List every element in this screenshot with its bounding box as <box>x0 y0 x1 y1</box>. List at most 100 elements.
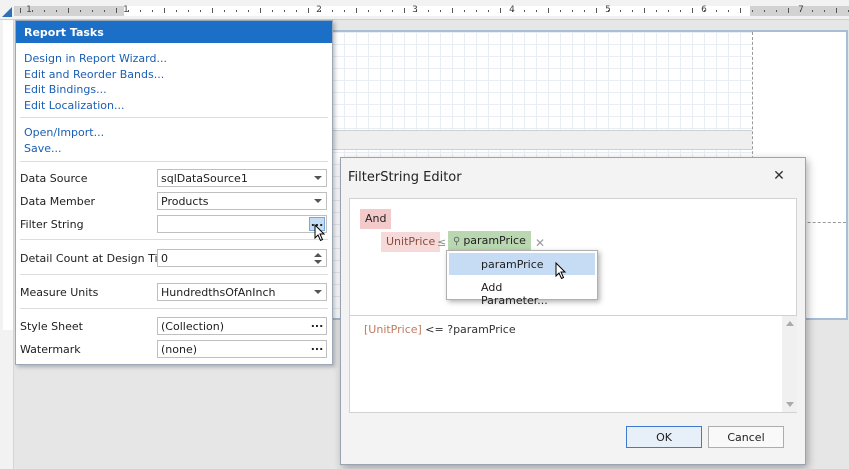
filter-expression: [UnitPrice] <= ?paramPrice <box>364 323 516 336</box>
chevron-down-icon[interactable] <box>314 290 322 294</box>
vertical-scrollbar[interactable] <box>782 316 797 412</box>
scroll-up-icon[interactable] <box>786 321 794 326</box>
ruler-tick <box>836 8 837 13</box>
ruler-tick <box>188 10 189 12</box>
detail-count-label: Detail Count at Design Time <box>20 252 176 265</box>
design-in-report-wizard-link[interactable]: Design in Report Wizard... <box>24 52 167 65</box>
ruler-tick <box>452 8 453 13</box>
data-member-dropdown[interactable]: Products <box>157 192 327 210</box>
ruler-tick <box>296 10 297 12</box>
ruler-tick <box>200 10 201 12</box>
open-import-link[interactable]: Open/Import... <box>24 126 104 139</box>
ruler-tick <box>740 8 741 13</box>
ruler-tick <box>632 10 633 12</box>
scroll-down-icon[interactable] <box>786 402 794 407</box>
style-sheet-label: Style Sheet <box>20 320 83 333</box>
menu-item-add-parameter[interactable]: Add Parameter... <box>449 276 595 307</box>
ruler-tick <box>248 10 249 12</box>
style-sheet-field[interactable]: (Collection) ... <box>157 317 327 335</box>
data-member-label: Data Member <box>20 195 96 208</box>
edit-bindings-link[interactable]: Edit Bindings... <box>24 83 107 96</box>
edit-localization-link[interactable]: Edit Localization... <box>24 99 124 112</box>
ruler-tick <box>572 10 573 12</box>
ruler-tick <box>80 10 81 12</box>
filter-expression-rest: <= ?paramPrice <box>421 323 516 336</box>
ruler-tick <box>764 10 765 12</box>
ruler-tick <box>524 10 525 12</box>
watermark-field[interactable]: (none) ... <box>157 340 327 358</box>
edit-and-reorder-bands-link[interactable]: Edit and Reorder Bands... <box>24 68 164 81</box>
ruler-number: 3 <box>412 5 418 15</box>
ruler-number: 1 <box>26 5 32 15</box>
ruler-number: 6 <box>701 5 707 15</box>
ruler-number: 7 <box>798 5 804 15</box>
ruler-number: 4 <box>509 5 515 15</box>
ruler-tick <box>716 10 717 12</box>
ruler-tick <box>56 10 57 12</box>
ruler-tick <box>380 10 381 12</box>
measure-units-label: Measure Units <box>20 286 99 299</box>
vertical-ruler-track <box>3 20 13 330</box>
ruler-tick <box>476 10 477 12</box>
spin-up-icon[interactable] <box>314 253 322 257</box>
ruler-tick <box>260 8 261 13</box>
data-source-dropdown[interactable]: sqlDataSource1 <box>157 169 327 187</box>
ruler-tick <box>212 8 213 13</box>
data-member-value: Products <box>161 195 209 208</box>
divider <box>20 117 328 118</box>
ok-button[interactable]: OK <box>626 426 702 448</box>
parameter-icon: ⚲ <box>453 236 461 247</box>
ruler-number: 1 <box>123 5 129 15</box>
filter-string-field[interactable]: ... <box>157 215 327 233</box>
chevron-down-icon[interactable] <box>314 176 322 180</box>
report-band[interactable] <box>332 130 752 150</box>
ruler-tick <box>428 10 429 12</box>
measure-units-dropdown[interactable]: HundredthsOfAnInch <box>157 283 327 301</box>
ruler-tick <box>308 8 309 13</box>
parameter-chip[interactable]: ⚲ paramPrice <box>448 231 531 251</box>
ruler-tick <box>752 10 753 12</box>
watermark-ellipsis-button[interactable]: ... <box>309 341 325 356</box>
ruler-tick <box>812 10 813 12</box>
cancel-button[interactable]: Cancel <box>708 426 784 448</box>
divider <box>20 308 328 309</box>
ruler-tick <box>560 10 561 12</box>
style-sheet-ellipsis-button[interactable]: ... <box>309 318 325 333</box>
ruler-tick <box>284 10 285 12</box>
divider <box>20 239 328 240</box>
detail-count-value: 0 <box>161 252 168 265</box>
watermark-label: Watermark <box>20 343 81 356</box>
menu-item-paramprice[interactable]: paramPrice <box>449 253 595 275</box>
ruler-tick <box>824 10 825 12</box>
ruler-tick <box>20 8 21 13</box>
ruler-tick <box>692 8 693 13</box>
ruler-tick <box>272 10 273 12</box>
spin-down-icon[interactable] <box>314 260 322 264</box>
ruler-tick <box>596 8 597 13</box>
ruler-tick <box>68 8 69 13</box>
ruler-tick <box>224 10 225 12</box>
close-icon[interactable]: ✕ <box>771 168 787 184</box>
ruler-tick <box>140 10 141 12</box>
ruler-tick <box>488 10 489 12</box>
ruler-tick <box>788 8 789 13</box>
data-source-value: sqlDataSource1 <box>161 172 248 185</box>
ruler-tick <box>620 10 621 12</box>
filter-text-editor[interactable]: [UnitPrice] <= ?paramPrice <box>349 315 797 413</box>
parameter-popup-menu: paramPrice Add Parameter... <box>446 250 598 307</box>
data-source-label: Data Source <box>20 172 88 185</box>
report-tasks-panel: Report Tasks Design in Report Wizard... … <box>15 20 333 365</box>
horizontal-ruler: 1 1 2 3 4 5 6 7 <box>0 0 849 20</box>
ruler-tick <box>344 10 345 12</box>
ruler-number: 2 <box>316 5 322 15</box>
filter-string-label: Filter String <box>20 218 84 231</box>
group-operator-chip[interactable]: And <box>360 209 392 229</box>
ruler-tick <box>404 8 405 13</box>
style-sheet-value: (Collection) <box>161 320 224 333</box>
save-link[interactable]: Save... <box>24 142 62 155</box>
detail-count-spinner[interactable]: 0 <box>157 249 327 267</box>
divider <box>20 161 328 162</box>
chevron-down-icon[interactable] <box>314 199 322 203</box>
ruler-tick <box>440 10 441 12</box>
ruler-tick <box>116 8 117 13</box>
